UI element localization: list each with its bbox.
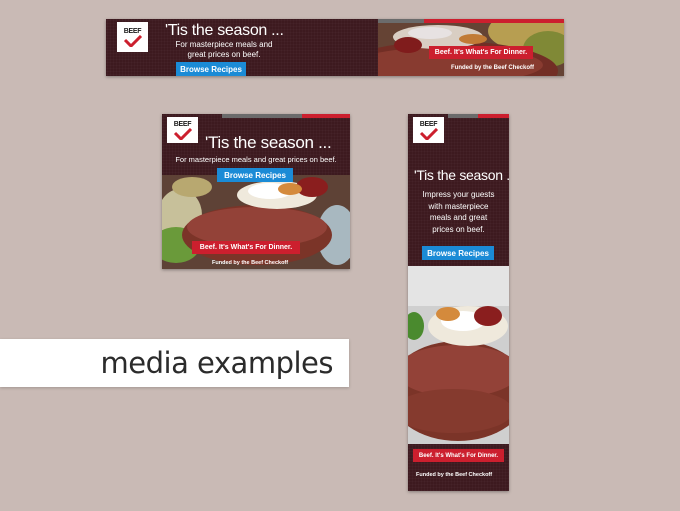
top-gray-stripe (448, 114, 478, 118)
funded-by-text: Funded by the Beef Checkoff (212, 260, 289, 266)
top-gray-stripe (222, 114, 302, 118)
skyscraper-ad[interactable]: BEEF 'Tis the season ... Impress your gu… (408, 114, 509, 491)
checkmark-icon (123, 34, 142, 47)
subline: For masterpiece meals and great prices o… (175, 155, 337, 164)
funded-by-text: Funded by the Beef Checkoff (416, 472, 493, 478)
browse-recipes-button[interactable]: Browse Recipes (176, 62, 246, 76)
browse-recipes-button[interactable]: Browse Recipes (217, 168, 293, 182)
headline: 'Tis the season ... (165, 22, 284, 39)
beef-logo: BEEF (167, 117, 198, 143)
tagline-banner: Beef. It's What's For Dinner. (413, 449, 504, 462)
funded-by-text: Funded by the Beef Checkoff (451, 65, 535, 71)
checkmark-icon (173, 127, 192, 140)
top-accent-stripe (478, 114, 509, 118)
caption-bar: media examples (0, 339, 349, 387)
caption-text: media examples (100, 346, 334, 380)
beef-logo: BEEF (413, 117, 444, 143)
top-gray-stripe (378, 19, 424, 23)
skyscraper-food-photo (408, 266, 509, 444)
headline: 'Tis the season ... (205, 133, 332, 152)
square-food-photo (162, 175, 350, 269)
tagline-banner: Beef. It's What's For Dinner. (192, 241, 300, 254)
tagline-banner: Beef. It's What's For Dinner. (429, 46, 533, 59)
top-accent-stripe (424, 19, 564, 23)
subline: For masterpiece meals and great prices o… (175, 40, 273, 60)
beef-logo: BEEF (117, 22, 148, 52)
headline: 'Tis the season ... (414, 167, 509, 183)
leaderboard-ad[interactable]: BEEF 'Tis the season ... For masterpiece… (106, 19, 564, 76)
square-ad[interactable]: BEEF 'Tis the season ... For masterpiece… (162, 114, 350, 269)
subline: Impress your guests with masterpiece mea… (422, 190, 495, 234)
top-accent-stripe (302, 114, 350, 118)
browse-recipes-button[interactable]: Browse Recipes (422, 246, 494, 260)
checkmark-icon (419, 127, 438, 140)
